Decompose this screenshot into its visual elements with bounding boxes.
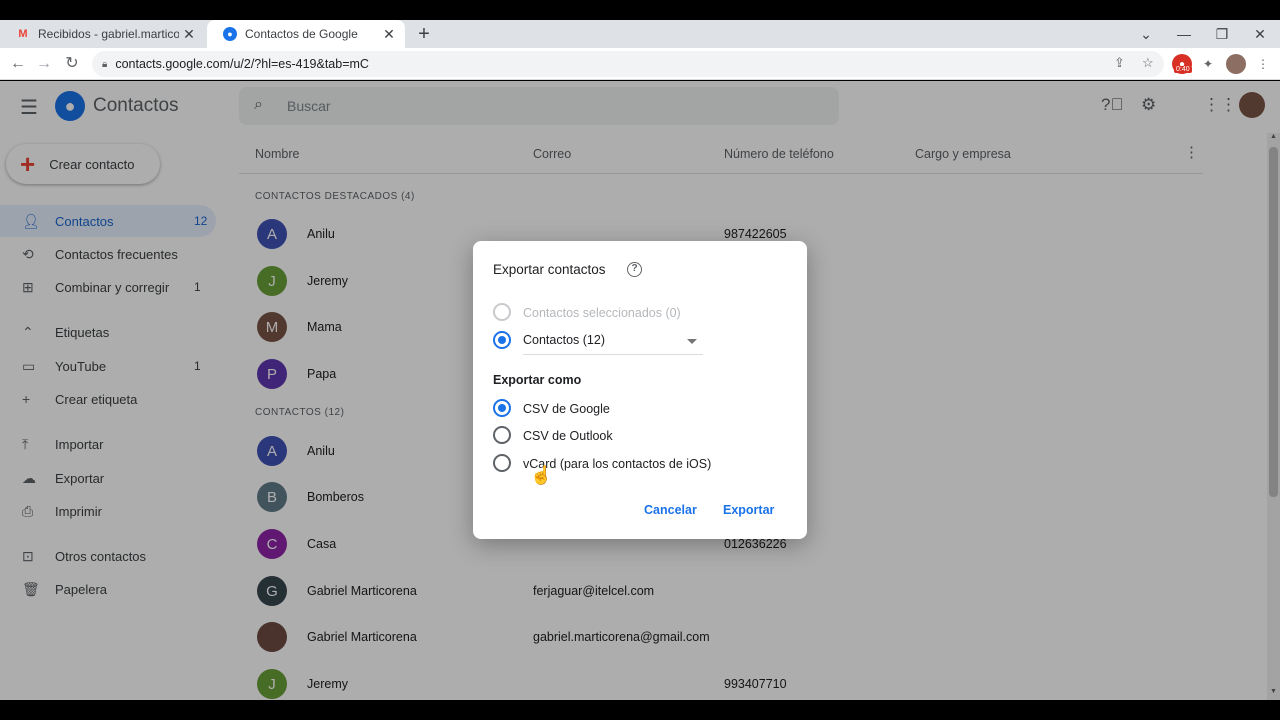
extension-badge: 0:40 [1174,66,1192,73]
cancel-button[interactable]: Cancelar [644,503,697,517]
tab-search-icon[interactable]: ⌄ [1127,20,1165,48]
export-dialog: Exportar contactos ? Contactos seleccion… [473,241,807,539]
dialog-title: Exportar contactos [493,262,606,277]
back-icon[interactable]: ← [6,52,30,76]
hand-cursor-icon: ☝ [530,465,553,485]
new-tab-button[interactable]: + [414,20,434,48]
restore-icon[interactable]: ❐ [1203,20,1241,48]
export-as-label: Exportar como [493,373,582,387]
radio-csv-outlook[interactable] [493,426,511,444]
help-icon[interactable]: ? [627,262,642,277]
radio-csv-outlook-label[interactable]: CSV de Outlook [523,429,613,443]
reload-icon[interactable]: ↻ [60,52,84,76]
url-text: contacts.google.com/u/2/?hl=es-419&tab=m… [115,57,369,71]
menu-dots-icon[interactable]: ⋮ [1253,54,1273,74]
tab-gmail[interactable]: M Recibidos - gabriel.marticorena@ ✕ [0,20,205,48]
tab-strip: M Recibidos - gabriel.marticorena@ ✕ ● C… [0,20,1280,48]
address-bar[interactable]: 🔒︎ contacts.google.com/u/2/?hl=es-419&ta… [92,51,1164,77]
close-icon[interactable]: ✕ [179,26,199,43]
contacts-app: ☰ ● Contactos ⌕ ?⃝ ⚙ ⋮⋮⋮ + Crear contact… [0,81,1280,700]
screen: M Recibidos - gabriel.marticorena@ ✕ ● C… [0,0,1280,720]
radio-csv-google-label[interactable]: CSV de Google [523,402,610,416]
minimize-icon[interactable]: — [1165,20,1203,48]
puzzle-icon[interactable]: ✦ [1198,54,1218,74]
radio-csv-google[interactable] [493,399,511,417]
forward-icon[interactable]: → [32,52,56,76]
contacts-group-value: Contactos (12) [523,333,605,347]
radio-selected-contacts [493,303,511,321]
radio-selected-contacts-label: Contactos seleccionados (0) [523,306,681,320]
browser-toolbar: ← → ↻ 🔒︎ contacts.google.com/u/2/?hl=es-… [0,48,1280,80]
export-button[interactable]: Exportar [723,503,774,517]
tab-contacts[interactable]: ● Contactos de Google ✕ [207,20,405,48]
contacts-icon: ● [223,27,237,41]
radio-contacts[interactable] [493,331,511,349]
profile-avatar[interactable] [1226,54,1246,74]
tab-title: Recibidos - gabriel.marticorena@ [38,27,179,41]
contacts-group-select[interactable]: Contactos (12) [523,331,703,355]
share-icon[interactable]: ⇪ [1114,55,1125,71]
bookmark-star-icon[interactable]: ☆ [1142,55,1154,71]
lock-icon: 🔒︎ [102,58,108,70]
tab-title: Contactos de Google [245,27,358,41]
close-icon[interactable]: ✕ [379,26,399,43]
radio-vcard[interactable] [493,454,511,472]
chevron-down-icon [687,339,697,344]
window-close-icon[interactable]: ✕ [1241,20,1279,48]
gmail-icon: M [18,28,28,40]
